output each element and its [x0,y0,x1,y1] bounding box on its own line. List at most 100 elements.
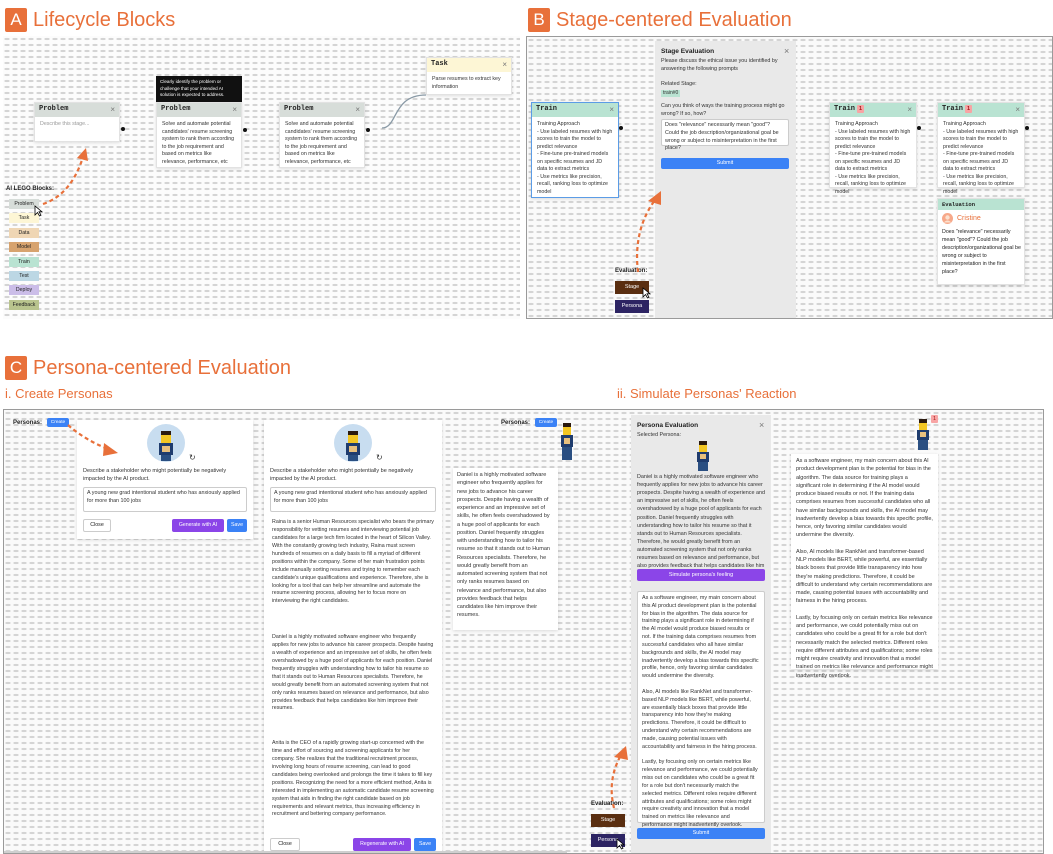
persona-create-modal: ↻ Describe a stakeholder who might poten… [77,420,253,539]
close-icon[interactable]: × [110,104,115,115]
persona-card[interactable]: Daniel is a highly motivated software en… [453,468,558,630]
close-button[interactable]: Close [83,519,111,532]
refresh-icon[interactable]: ↻ [376,452,383,464]
selected-persona-text: Daniel is a highly motivated software en… [637,474,765,577]
block-test[interactable]: Test [9,271,39,281]
answer-textarea[interactable]: Does "relevance" necessarily mean "good"… [661,119,789,151]
create-persona-button[interactable]: Create [47,418,69,427]
refresh-icon[interactable]: ↻ [189,452,196,464]
simulate-persona-button[interactable]: Simulate persona's feeling [637,569,765,581]
node-text[interactable]: Training Approach - Use labeled resumes … [830,117,916,200]
persona-eval-canvas[interactable]: Personas: Create ↻ Describe a stakeholde… [3,409,1044,854]
close-button[interactable]: Close [270,838,300,851]
reaction-count-badge: 1 [931,415,939,423]
train-node-badge-expanded[interactable]: Train 1 × Training Approach - Use labeled… [937,102,1029,195]
save-button[interactable]: Save [227,519,247,532]
section-c-title: Persona-centered Evaluation [33,356,291,379]
create-personas-subtitle: i. Create Personas [5,386,113,401]
describe-prompt: Describe a stakeholder who might potenti… [83,468,227,483]
selected-persona-label: Selected Persona: [637,432,682,438]
generated-persona-option[interactable]: Raina is a senior Human Resources specia… [270,517,436,629]
stage-eval-canvas[interactable]: Train × Training Approach - Use labeled … [526,36,1053,319]
generate-ai-button[interactable]: Generate with AI [172,519,224,532]
block-problem[interactable]: Problem [9,199,39,209]
regenerate-ai-button[interactable]: Regenerate with AI [353,838,411,851]
block-train[interactable]: Train [9,256,39,267]
persona-description-input[interactable]: A young new grad intentional student who… [270,487,436,512]
simulate-reaction-subtitle: ii. Simulate Personas' Reaction [617,386,797,401]
cursor-icon [616,838,625,850]
section-b-title: Stage-centered Evaluation [556,8,792,31]
generated-persona-option[interactable]: Anita is the CEO of a rapidly growing st… [270,738,436,834]
create-persona-button[interactable]: Create [535,418,557,427]
close-icon[interactable]: × [784,45,789,58]
close-icon[interactable]: × [1015,104,1020,115]
persona-description-input[interactable]: A young new grad intentional student who… [83,487,247,512]
stage-button[interactable]: Stage [591,814,625,827]
node-title: Problem [39,105,69,114]
node-title: Problem [161,105,191,114]
close-icon[interactable]: × [759,419,764,432]
node-text[interactable]: Parse resumes to extract key information [427,72,511,95]
close-icon[interactable]: × [502,59,507,70]
block-data[interactable]: Data [9,227,39,238]
section-b-heading: B Stage-centered Evaluation [528,8,792,32]
modal-title: Stage Evaluation [661,48,715,55]
section-c-letter: C [5,356,27,380]
problem-node-empty[interactable]: Problem × Describe this stage... [34,102,125,142]
node-header: Train × [532,103,618,117]
connector-handle[interactable] [619,126,623,130]
connector-handle[interactable] [121,127,125,131]
block-model[interactable]: Model [9,242,39,253]
submit-button[interactable]: Submit [637,828,765,839]
problem-node-filled[interactable]: Problem × Solve and automate potential c… [156,102,247,170]
submit-button[interactable]: Submit [661,158,789,169]
train-node-badge[interactable]: Train 1 × Training Approach - Use labeled… [829,102,921,195]
close-icon[interactable]: × [907,104,912,115]
related-stage-tag: train#0 [661,90,681,98]
evaluation-label: Evaluation: [615,268,648,274]
block-feedback[interactable]: Feedback [9,299,39,310]
cursor-icon [642,287,651,299]
save-button[interactable]: Save [414,838,436,851]
connector-handle[interactable] [243,128,247,132]
node-text[interactable]: Solve and automate potential candidates'… [157,117,241,170]
node-text[interactable]: Training Approach - Use labeled resumes … [938,117,1024,200]
persona-reaction-card[interactable]: As a software engineer, my main concern … [791,454,938,679]
close-icon[interactable]: × [232,104,237,115]
block-task[interactable]: Task [9,213,39,224]
train-node-selected[interactable]: Train × Training Approach - Use labeled … [531,102,623,200]
generated-persona-option[interactable]: Daniel is a highly motivated software en… [270,632,436,734]
persona-button[interactable]: Persona [615,300,649,313]
modal-title: Persona Evaluation [637,422,699,429]
node-header: Problem × [280,103,364,117]
task-node[interactable]: Task × Parse resumes to extract key info… [426,57,512,95]
node-title: Train [536,105,558,114]
evaluation-card[interactable]: Evaluation Cristine Does "relevance" nec… [937,198,1025,285]
persona-evaluation-modal: Persona Evaluation × Selected Persona: D… [631,415,771,853]
problem-node-connected[interactable]: Problem × Solve and automate potential c… [279,102,370,170]
node-header: Train 1 × [830,103,916,117]
evaluation-text: Does "relevance" necessarily mean "good"… [942,229,1021,275]
connector-handle[interactable] [1025,126,1029,130]
evaluation-label: Evaluation: [591,801,624,807]
lifecycle-canvas[interactable]: Clearly identify the problem or challeng… [3,36,520,319]
node-placeholder[interactable]: Describe this stage... [35,117,119,133]
persona-figure-icon[interactable] [559,423,575,461]
close-icon[interactable]: × [355,104,360,115]
node-text[interactable]: Training Approach - Use labeled resumes … [532,117,618,200]
persona-avatar-icon [334,424,372,462]
evaluator-row: Cristine [942,213,981,224]
block-deploy[interactable]: Deploy [9,285,39,296]
persona-reaction-textarea[interactable]: As a software engineer, my main concern … [637,591,765,828]
connector-handle[interactable] [917,126,921,130]
modal-prompt: Please discuss the ethical issue you ide… [661,58,778,72]
node-text[interactable]: Solve and automate potential candidates'… [280,117,364,170]
persona-figure-icon[interactable] [915,419,931,451]
connector-handle[interactable] [366,128,370,132]
section-a-title: Lifecycle Blocks [33,8,176,31]
node-header: Problem × [157,103,241,117]
section-b-letter: B [528,8,550,32]
node-title: Problem [284,105,314,114]
close-icon[interactable]: × [609,104,614,115]
